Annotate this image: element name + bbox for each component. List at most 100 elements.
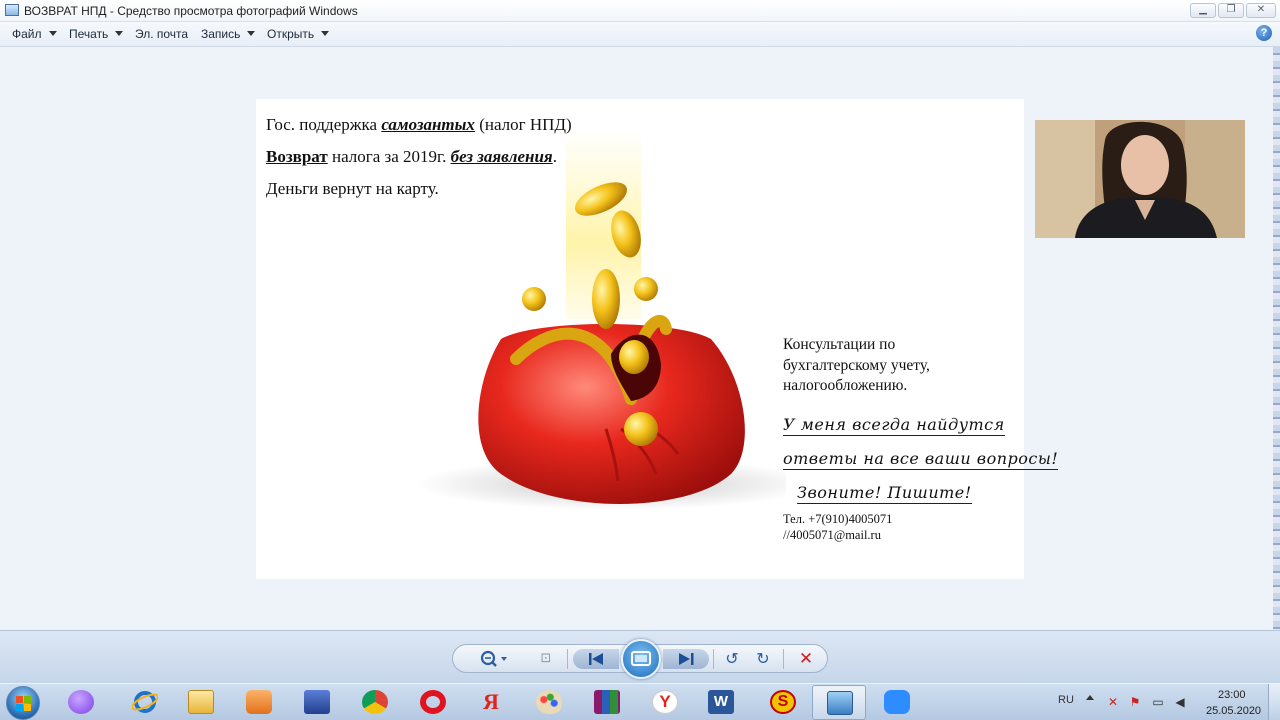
separator (567, 649, 568, 669)
chevron-down-icon (115, 31, 124, 36)
start-button[interactable] (6, 686, 40, 720)
taskbar-opera[interactable] (406, 685, 460, 720)
viewer-control-bar: ⊡ ↺ ↻ ✕ (0, 630, 1280, 683)
monitor-icon[interactable]: ▭ (1151, 695, 1165, 709)
handwritten-line: Звоните! Пишите! (797, 483, 972, 504)
menu-open[interactable]: Открыть (267, 27, 330, 41)
control-pill: ⊡ ↺ ↻ ✕ (452, 639, 828, 679)
taskbar-photo-viewer[interactable] (812, 685, 866, 720)
headline-self-employed: самозантых (381, 115, 475, 134)
menu-file[interactable]: Файл (12, 27, 57, 41)
headline-refund-text: налога за 2019г. (327, 147, 451, 166)
s-app-icon: S (770, 690, 796, 714)
photo-viewer-icon (827, 691, 853, 715)
maximize-button[interactable]: ❐ (1218, 3, 1244, 18)
title-bar: ВОЗВРАТ НПД - Средство просмотра фотогра… (0, 0, 1280, 22)
consultation-line: налогообложению. (783, 377, 908, 394)
slideshow-button[interactable] (621, 639, 661, 679)
phone-number: Тел. +7(910)4005071 (783, 512, 893, 526)
taskbar-file-explorer[interactable] (174, 685, 228, 720)
consultation-line: бухгалтерскому учету, (783, 356, 930, 374)
language-indicator[interactable]: RU (1058, 694, 1074, 706)
yandex-icon: Я (483, 689, 499, 714)
menu-burn[interactable]: Запись (201, 27, 256, 41)
chevron-down-icon (247, 31, 256, 36)
consultation-line: Консультации по (783, 336, 896, 353)
delete-button[interactable]: ✕ (795, 649, 817, 669)
paint-icon (536, 690, 562, 714)
chrome-icon (362, 690, 388, 714)
chevron-down-icon (321, 31, 330, 36)
network-warning-icon[interactable]: ✕ (1106, 695, 1120, 709)
taskbar-media-player[interactable] (232, 685, 286, 720)
menu-email-label: Эл. почта (135, 27, 189, 41)
help-icon[interactable]: ? (1256, 25, 1272, 41)
menu-bar: Файл Печать Эл. почта Запись Открыть ? (0, 22, 1280, 47)
opera-icon (420, 690, 446, 714)
winrar-icon (594, 690, 620, 714)
clock-date[interactable]: 25.05.2020 (1206, 705, 1261, 717)
displayed-photo: Гос. поддержка самозантых (налог НПД) Во… (256, 99, 1059, 579)
headline-support-text: Гос. поддержка (266, 115, 382, 134)
headline-npd: (налог НПД) (474, 115, 572, 134)
taskbar-zoom[interactable] (870, 685, 924, 720)
alice-icon (68, 690, 94, 714)
menu-open-label: Открыть (267, 27, 315, 41)
handwritten-line: У меня всегда найдутся (783, 415, 1005, 436)
windows-logo-icon (16, 696, 31, 711)
menu-email[interactable]: Эл. почта (135, 27, 188, 41)
consultation-text: Консультации по бухгалтерскому учету, на… (783, 335, 1013, 397)
menu-file-label: Файл (12, 27, 42, 41)
rotate-right-button[interactable]: ↻ (752, 649, 774, 669)
chevron-down-icon (48, 31, 57, 36)
slideshow-icon (631, 651, 651, 666)
taskbar-yandex-browser[interactable]: Y (638, 685, 692, 720)
edge-scroll-strip (1273, 47, 1280, 630)
zoom-button[interactable] (479, 649, 509, 669)
minimize-button[interactable]: ▁ (1190, 3, 1216, 18)
previous-button[interactable] (573, 649, 619, 669)
menu-print-label: Печать (69, 27, 109, 41)
menu-burn-label: Запись (201, 27, 241, 41)
show-hidden-icons-icon[interactable] (1086, 695, 1094, 700)
menu-print[interactable]: Печать (69, 27, 124, 41)
magnifier-icon (480, 650, 507, 667)
taskbar-internet-explorer[interactable] (118, 685, 172, 720)
word-icon: W (708, 690, 734, 714)
taskbar-winrar[interactable] (580, 685, 634, 720)
actual-size-button[interactable]: ⊡ (535, 649, 557, 669)
headline-period: . (552, 147, 557, 166)
email-address: //4005071@mail.ru (783, 528, 881, 542)
taskbar-alice[interactable] (54, 685, 108, 720)
handwritten-line: ответы на все ваши вопросы! (783, 449, 1059, 470)
close-button[interactable]: ✕ (1246, 3, 1276, 18)
taskbar-word[interactable]: W (694, 685, 748, 720)
headline-no-application: без заявления (450, 147, 553, 166)
rotate-left-button[interactable]: ↺ (721, 649, 743, 669)
volume-icon[interactable]: ◀ (1173, 695, 1187, 709)
photo-viewer-app-icon[interactable] (5, 4, 19, 16)
headline-card: Деньги вернут на карту. (266, 179, 439, 198)
security-icon[interactable]: ⚑ (1128, 695, 1142, 709)
window-title: ВОЗВРАТ НПД - Средство просмотра фотогра… (24, 4, 358, 18)
save-floppy-icon (304, 690, 330, 714)
zoom-icon (884, 690, 910, 714)
yandex-browser-icon: Y (652, 690, 678, 714)
contact-info: Тел. +7(910)4005071 //4005071@mail.ru (783, 511, 892, 543)
taskbar-yandex[interactable]: Я (464, 685, 518, 720)
taskbar-paint[interactable] (522, 685, 576, 720)
taskbar-s-app[interactable]: S (756, 685, 810, 720)
headline-refund-word: Возврат (266, 147, 328, 166)
file-explorer-icon (188, 690, 214, 714)
separator (713, 649, 714, 669)
next-icon (679, 653, 694, 665)
headline-support: Гос. поддержка самозантых (налог НПД) (266, 115, 572, 135)
next-button[interactable] (663, 649, 709, 669)
webcam-presenter-image (1035, 120, 1245, 238)
taskbar-chrome[interactable] (348, 685, 402, 720)
show-desktop-button[interactable] (1268, 684, 1280, 720)
clock-time[interactable]: 23:00 (1218, 689, 1246, 701)
taskbar-save[interactable] (290, 685, 344, 720)
wallet-coins-illustration (416, 129, 786, 510)
media-player-icon (246, 690, 272, 714)
